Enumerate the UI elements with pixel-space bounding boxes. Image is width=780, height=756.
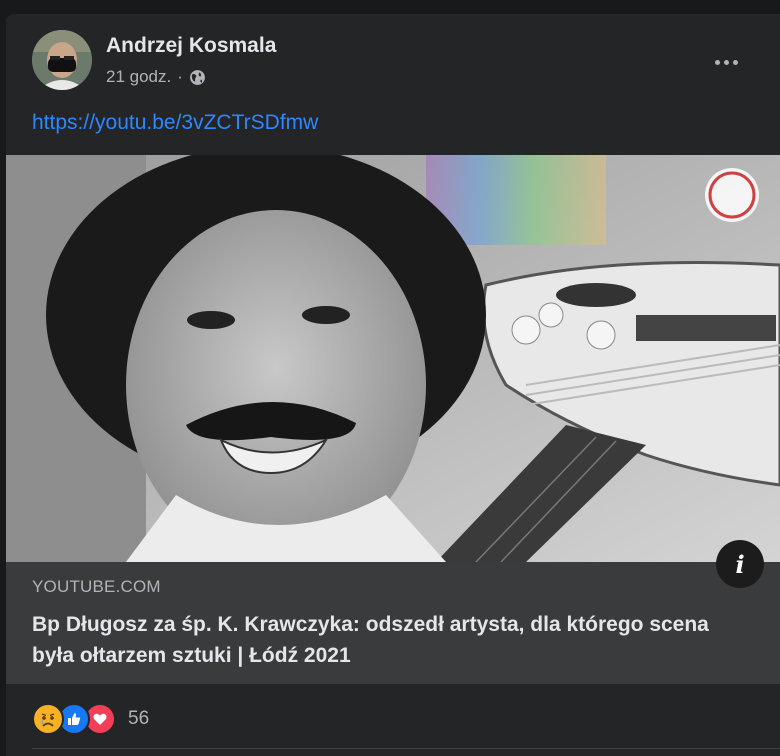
post-timestamp[interactable]: 21 godz.: [106, 67, 171, 87]
globe-icon[interactable]: [189, 69, 206, 86]
divider: [32, 748, 780, 749]
thumbnail-image: [6, 155, 780, 562]
meta-separator: ·: [177, 67, 183, 86]
dot-icon: [714, 59, 720, 65]
avatar-image: [32, 30, 92, 90]
author-name[interactable]: Andrzej Kosmala: [106, 34, 276, 58]
link-title: Bp Długosz za śp. K. Krawczyka: odszedł …: [32, 613, 709, 667]
reactions-summary[interactable]: 56: [32, 702, 149, 736]
info-button[interactable]: i: [716, 540, 764, 588]
dot-icon: [723, 59, 729, 65]
post-header: Andrzej Kosmala 21 godz. ·: [6, 14, 780, 102]
post-meta: 21 godz. ·: [106, 67, 206, 87]
reaction-count: 56: [128, 708, 150, 729]
sad-reaction-icon: [32, 703, 64, 735]
link-preview-card[interactable]: YOUTUBE.COM Bp Długosz za śp. K. Krawczy…: [6, 562, 780, 684]
more-options-button[interactable]: [706, 44, 746, 80]
post-card: Andrzej Kosmala 21 godz. · https://youtu…: [6, 14, 780, 756]
video-thumbnail[interactable]: [6, 155, 780, 562]
author-avatar[interactable]: [32, 30, 92, 90]
post-link[interactable]: https://youtu.be/3vZCTrSDfmw: [32, 111, 318, 135]
link-domain: YOUTUBE.COM: [32, 577, 161, 596]
dot-icon: [732, 59, 738, 65]
